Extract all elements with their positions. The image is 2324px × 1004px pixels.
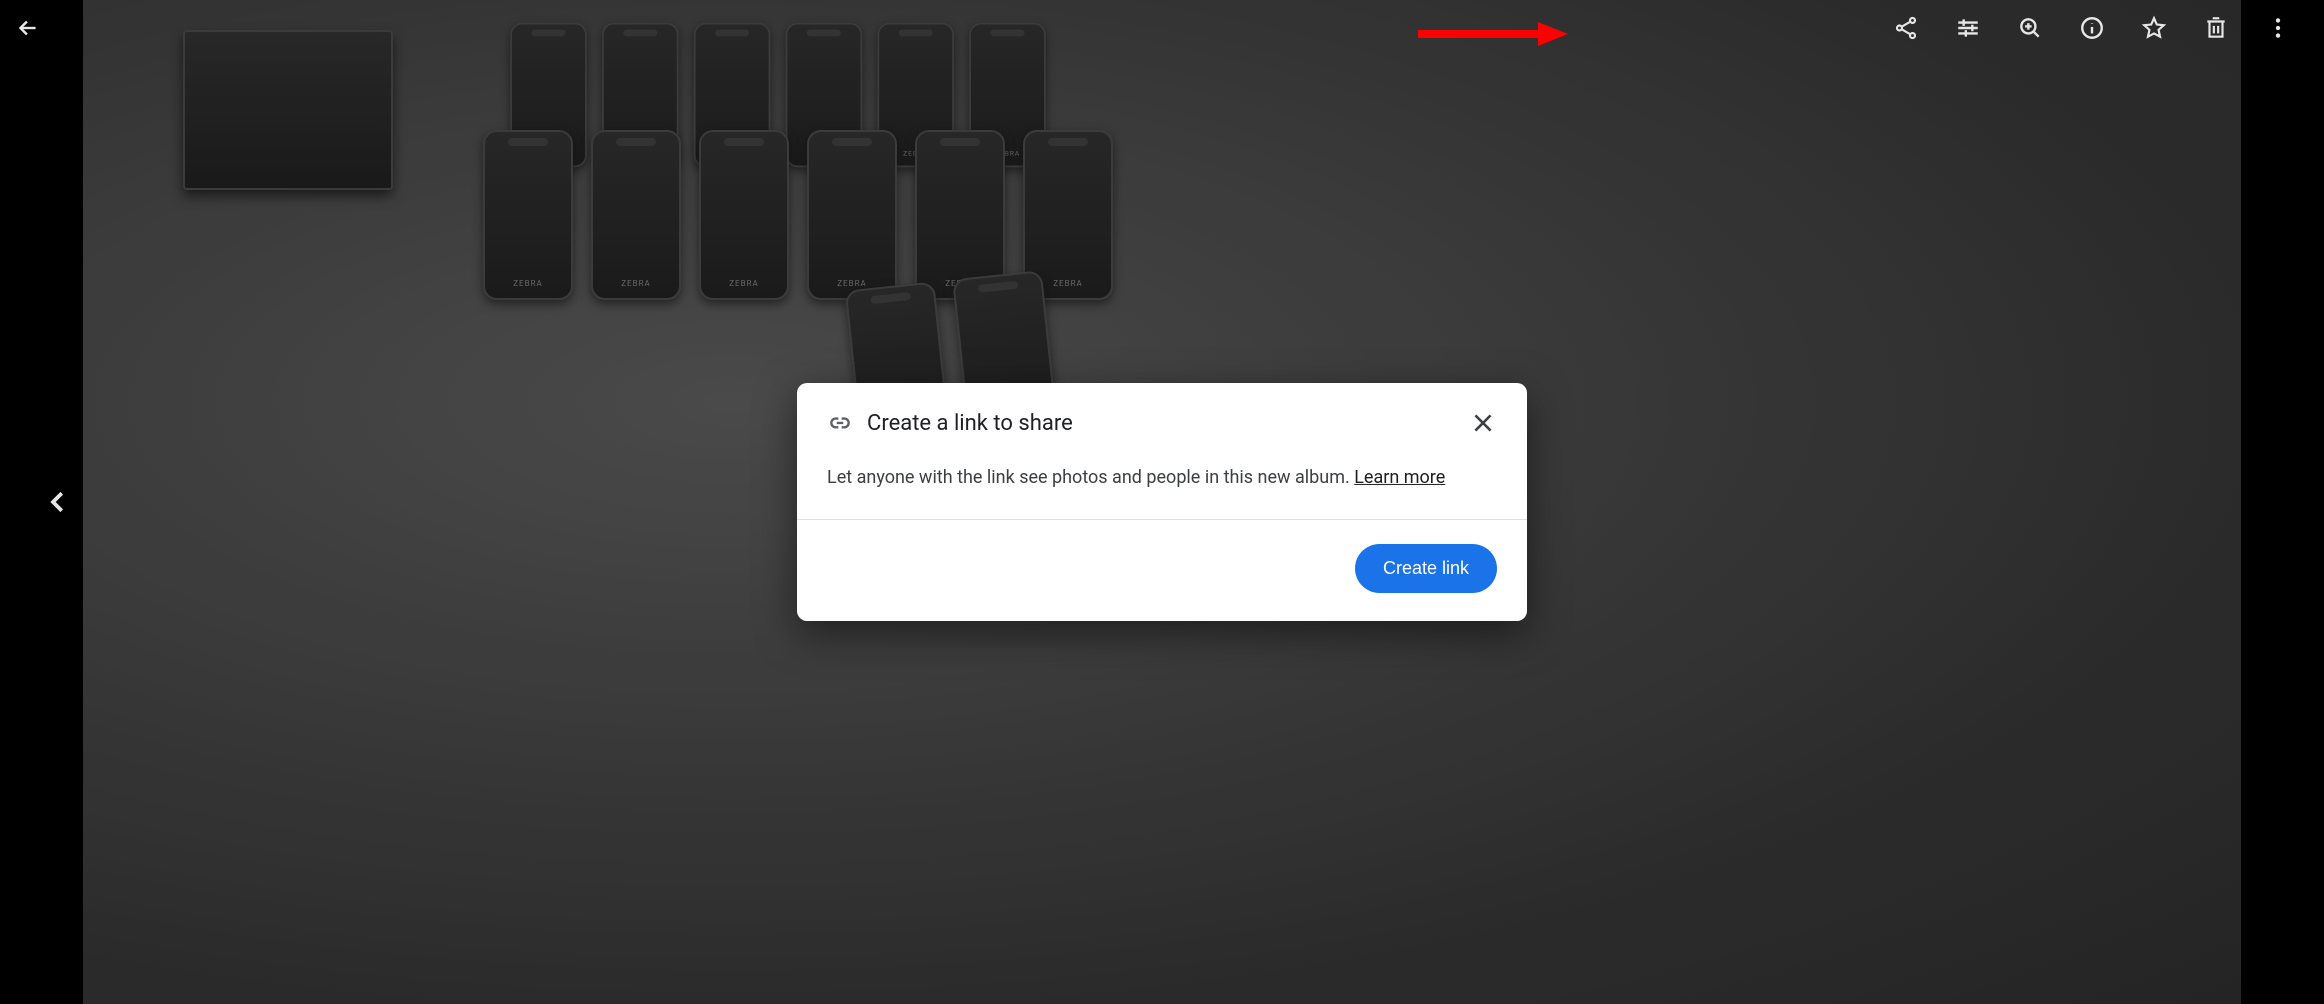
dialog-body: Let anyone with the link see photos and … xyxy=(797,455,1527,519)
toolbar xyxy=(1892,14,2292,42)
star-icon[interactable] xyxy=(2140,14,2168,42)
info-icon[interactable] xyxy=(2078,14,2106,42)
delete-icon[interactable] xyxy=(2202,14,2230,42)
link-icon xyxy=(827,410,853,436)
photo-viewer: Create a link to share Let anyone with t… xyxy=(0,0,2324,1004)
create-link-button[interactable]: Create link xyxy=(1355,544,1497,593)
dialog-body-text: Let anyone with the link see photos and … xyxy=(827,467,1354,488)
share-link-dialog: Create a link to share Let anyone with t… xyxy=(797,383,1527,621)
close-button[interactable] xyxy=(1469,409,1497,437)
share-icon[interactable] xyxy=(1892,14,1920,42)
photo-object xyxy=(183,30,393,190)
zoom-in-icon[interactable] xyxy=(2016,14,2044,42)
dialog-title: Create a link to share xyxy=(867,410,1469,435)
learn-more-link[interactable]: Learn more xyxy=(1354,467,1445,488)
previous-photo-button[interactable] xyxy=(34,478,82,526)
more-icon[interactable] xyxy=(2264,14,2292,42)
tune-icon[interactable] xyxy=(1954,14,1982,42)
back-button[interactable] xyxy=(14,14,42,42)
